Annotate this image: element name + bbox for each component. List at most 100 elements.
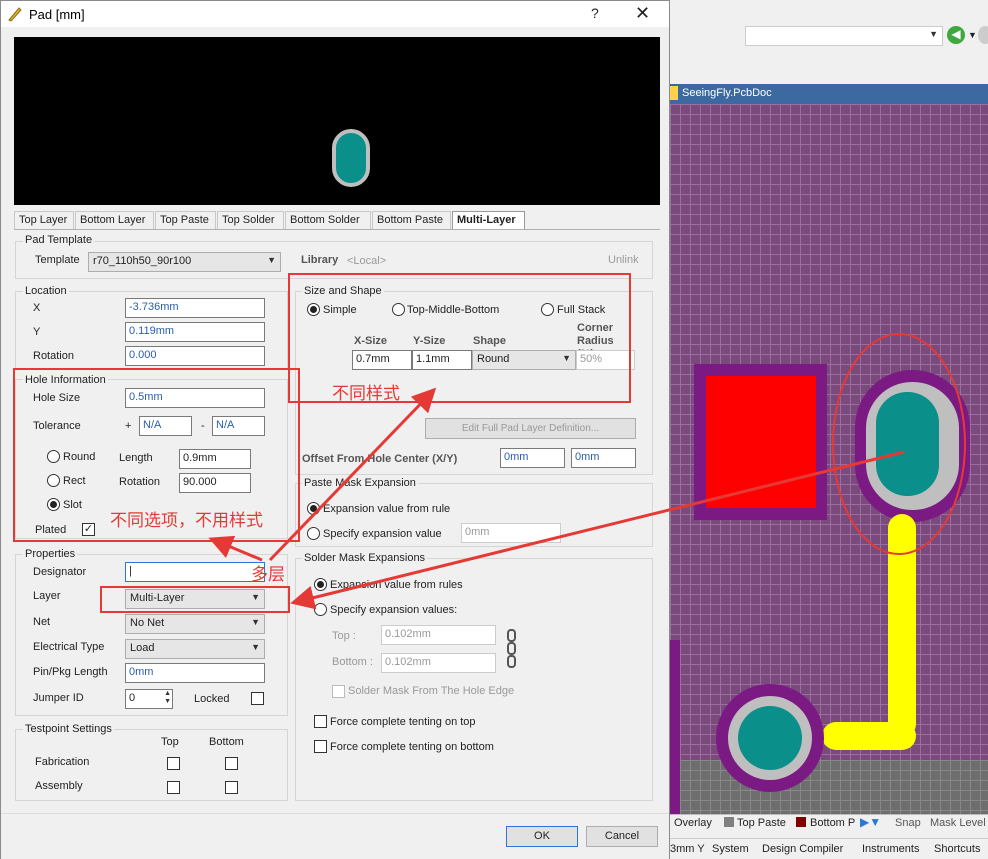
library-value: <Local> <box>347 255 387 267</box>
template-label: Template <box>35 254 80 266</box>
y-field[interactable]: 0.119mm <box>125 322 265 342</box>
pad-icon <box>8 7 22 22</box>
layer-tab-bottom-paste[interactable]: Bottom P <box>810 817 855 829</box>
layer-tab-top-paste[interactable]: Top Paste <box>737 817 786 829</box>
solder-bottom-field[interactable]: 0.102mm <box>381 653 496 673</box>
solder-specify-label: Specify expansion values: <box>330 604 458 616</box>
unlink-link[interactable]: Unlink <box>608 254 639 266</box>
preview-pad-shape <box>332 129 370 187</box>
solder-bottom-label: Bottom : <box>332 656 373 668</box>
status-tab-instruments[interactable]: Instruments <box>862 843 919 855</box>
solder-top-label: Top : <box>332 630 356 642</box>
layer-tab-overlay[interactable]: Overlay <box>674 817 712 829</box>
assembly-top-checkbox[interactable] <box>167 781 180 794</box>
paste-rule-radio[interactable] <box>307 502 320 515</box>
tab-bottom-paste[interactable]: Bottom Paste <box>372 211 451 230</box>
pin-pkg-length-field[interactable]: 0mm <box>125 663 265 683</box>
library-label: Library <box>301 254 339 266</box>
solder-rule-radio[interactable] <box>314 578 327 591</box>
testpoint-bottom-header: Bottom <box>209 736 244 748</box>
testpoint-title: Testpoint Settings <box>23 723 114 735</box>
paste-specify-radio[interactable] <box>307 527 320 540</box>
chevron-down-icon: ▼ <box>251 642 260 652</box>
annotation-layer-box <box>100 586 290 613</box>
mask-level-button[interactable]: Mask Level <box>930 817 986 829</box>
tent-bottom-checkbox[interactable] <box>314 740 327 753</box>
tab-multi-layer[interactable]: Multi-Layer <box>452 211 525 230</box>
tab-bottom-layer[interactable]: Bottom Layer <box>75 211 154 230</box>
template-select[interactable]: r70_110h50_90r100 ▼ <box>88 252 281 272</box>
electrical-type-label: Electrical Type <box>33 641 105 653</box>
annotation-different-options: 不同选项，不用样式 <box>110 511 263 530</box>
solder-rule-label: Expansion value from rules <box>330 579 463 591</box>
tent-top-checkbox[interactable] <box>314 715 327 728</box>
net-label: Net <box>33 616 51 628</box>
designator-label: Designator <box>33 566 87 578</box>
annotation-pad-ellipse <box>832 333 966 555</box>
locked-label: Locked <box>194 693 230 705</box>
link-chain-icon[interactable] <box>505 629 519 669</box>
solder-from-hole-checkbox[interactable] <box>332 685 345 698</box>
back-arrow-icon[interactable]: ◀ <box>947 26 965 44</box>
coordinate-readout: 3mm Y <box>670 843 705 855</box>
assembly-label: Assembly <box>35 780 83 792</box>
solder-specify-radio[interactable] <box>314 603 327 616</box>
help-button[interactable]: ? <box>591 5 599 21</box>
location-title: Location <box>23 285 69 297</box>
designator-field[interactable]: | <box>125 562 265 582</box>
offset-x-field[interactable]: 0mm <box>500 448 565 468</box>
paste-value-field[interactable]: 0mm <box>461 523 561 543</box>
fabrication-label: Fabrication <box>35 756 90 768</box>
rotation-field[interactable]: 0.000 <box>125 346 265 366</box>
tab-top-layer[interactable]: Top Layer <box>14 211 74 230</box>
offset-y-field[interactable]: 0mm <box>571 448 636 468</box>
annotation-different-style: 不同样式 <box>332 384 400 403</box>
tab-bottom-solder[interactable]: Bottom Solder <box>285 211 371 230</box>
status-tab-design-compiler[interactable]: Design Compiler <box>762 843 843 855</box>
title-bar: Pad [mm] ? ✕ <box>1 1 669 27</box>
snap-button[interactable]: Snap <box>895 817 921 829</box>
electrical-type-select[interactable]: Load ▼ <box>125 639 265 659</box>
tent-bottom-label: Force complete tenting on bottom <box>330 741 494 753</box>
rotation-label: Rotation <box>33 350 74 362</box>
cancel-button[interactable]: Cancel <box>586 826 658 847</box>
pcb-doc-icon <box>670 86 678 100</box>
close-button[interactable]: ✕ <box>635 3 650 24</box>
fabrication-bottom-checkbox[interactable] <box>225 757 238 770</box>
testpoint-top-header: Top <box>161 736 179 748</box>
net-select[interactable]: No Net ▼ <box>125 614 265 634</box>
bottom-paste-swatch <box>796 817 806 827</box>
x-field[interactable]: -3.736mm <box>125 298 265 318</box>
solder-top-field[interactable]: 0.102mm <box>381 625 496 645</box>
round-pad-hole <box>738 706 802 770</box>
offset-label: Offset From Hole Center (X/Y) <box>302 453 458 465</box>
layer-scroll-icon[interactable]: ▶▼ <box>860 815 881 829</box>
paste-rule-label: Expansion value from rule <box>323 503 451 515</box>
pad-preview <box>14 37 660 205</box>
pcb-document-tab[interactable]: SeeingFly.PcbDoc <box>670 84 988 104</box>
pad-template-title: Pad Template <box>23 234 95 246</box>
pcb-toolbar-combo[interactable]: ▼ <box>745 26 943 46</box>
edit-full-pad-layer-button[interactable]: Edit Full Pad Layer Definition... <box>425 418 636 439</box>
ok-button[interactable]: OK <box>506 826 578 847</box>
jumper-id-spinner[interactable]: 0 ▲ ▼ <box>125 689 173 709</box>
fabrication-top-checkbox[interactable] <box>167 757 180 770</box>
y-label: Y <box>33 326 41 338</box>
tab-top-solder[interactable]: Top Solder <box>217 211 284 230</box>
chevron-down-icon[interactable]: ▼ <box>968 30 977 40</box>
track-horizontal[interactable] <box>822 722 916 750</box>
assembly-bottom-checkbox[interactable] <box>225 781 238 794</box>
paste-specify-label: Specify expansion value <box>323 528 442 540</box>
spinner-arrows-icon[interactable]: ▲ ▼ <box>164 690 171 706</box>
layer-label: Layer <box>33 590 61 602</box>
locked-checkbox[interactable] <box>251 692 264 705</box>
status-tab-system[interactable]: System <box>712 843 749 855</box>
dialog-title: Pad [mm] <box>29 7 85 22</box>
pin-pkg-length-label: Pin/Pkg Length <box>33 666 108 678</box>
board-edge <box>670 640 680 816</box>
tab-top-paste[interactable]: Top Paste <box>155 211 216 230</box>
forward-arrow-icon[interactable] <box>978 26 988 44</box>
status-tab-shortcuts[interactable]: Shortcuts <box>934 843 980 855</box>
paste-mask-title: Paste Mask Expansion <box>302 477 418 489</box>
smd-pad-copper <box>706 376 816 508</box>
